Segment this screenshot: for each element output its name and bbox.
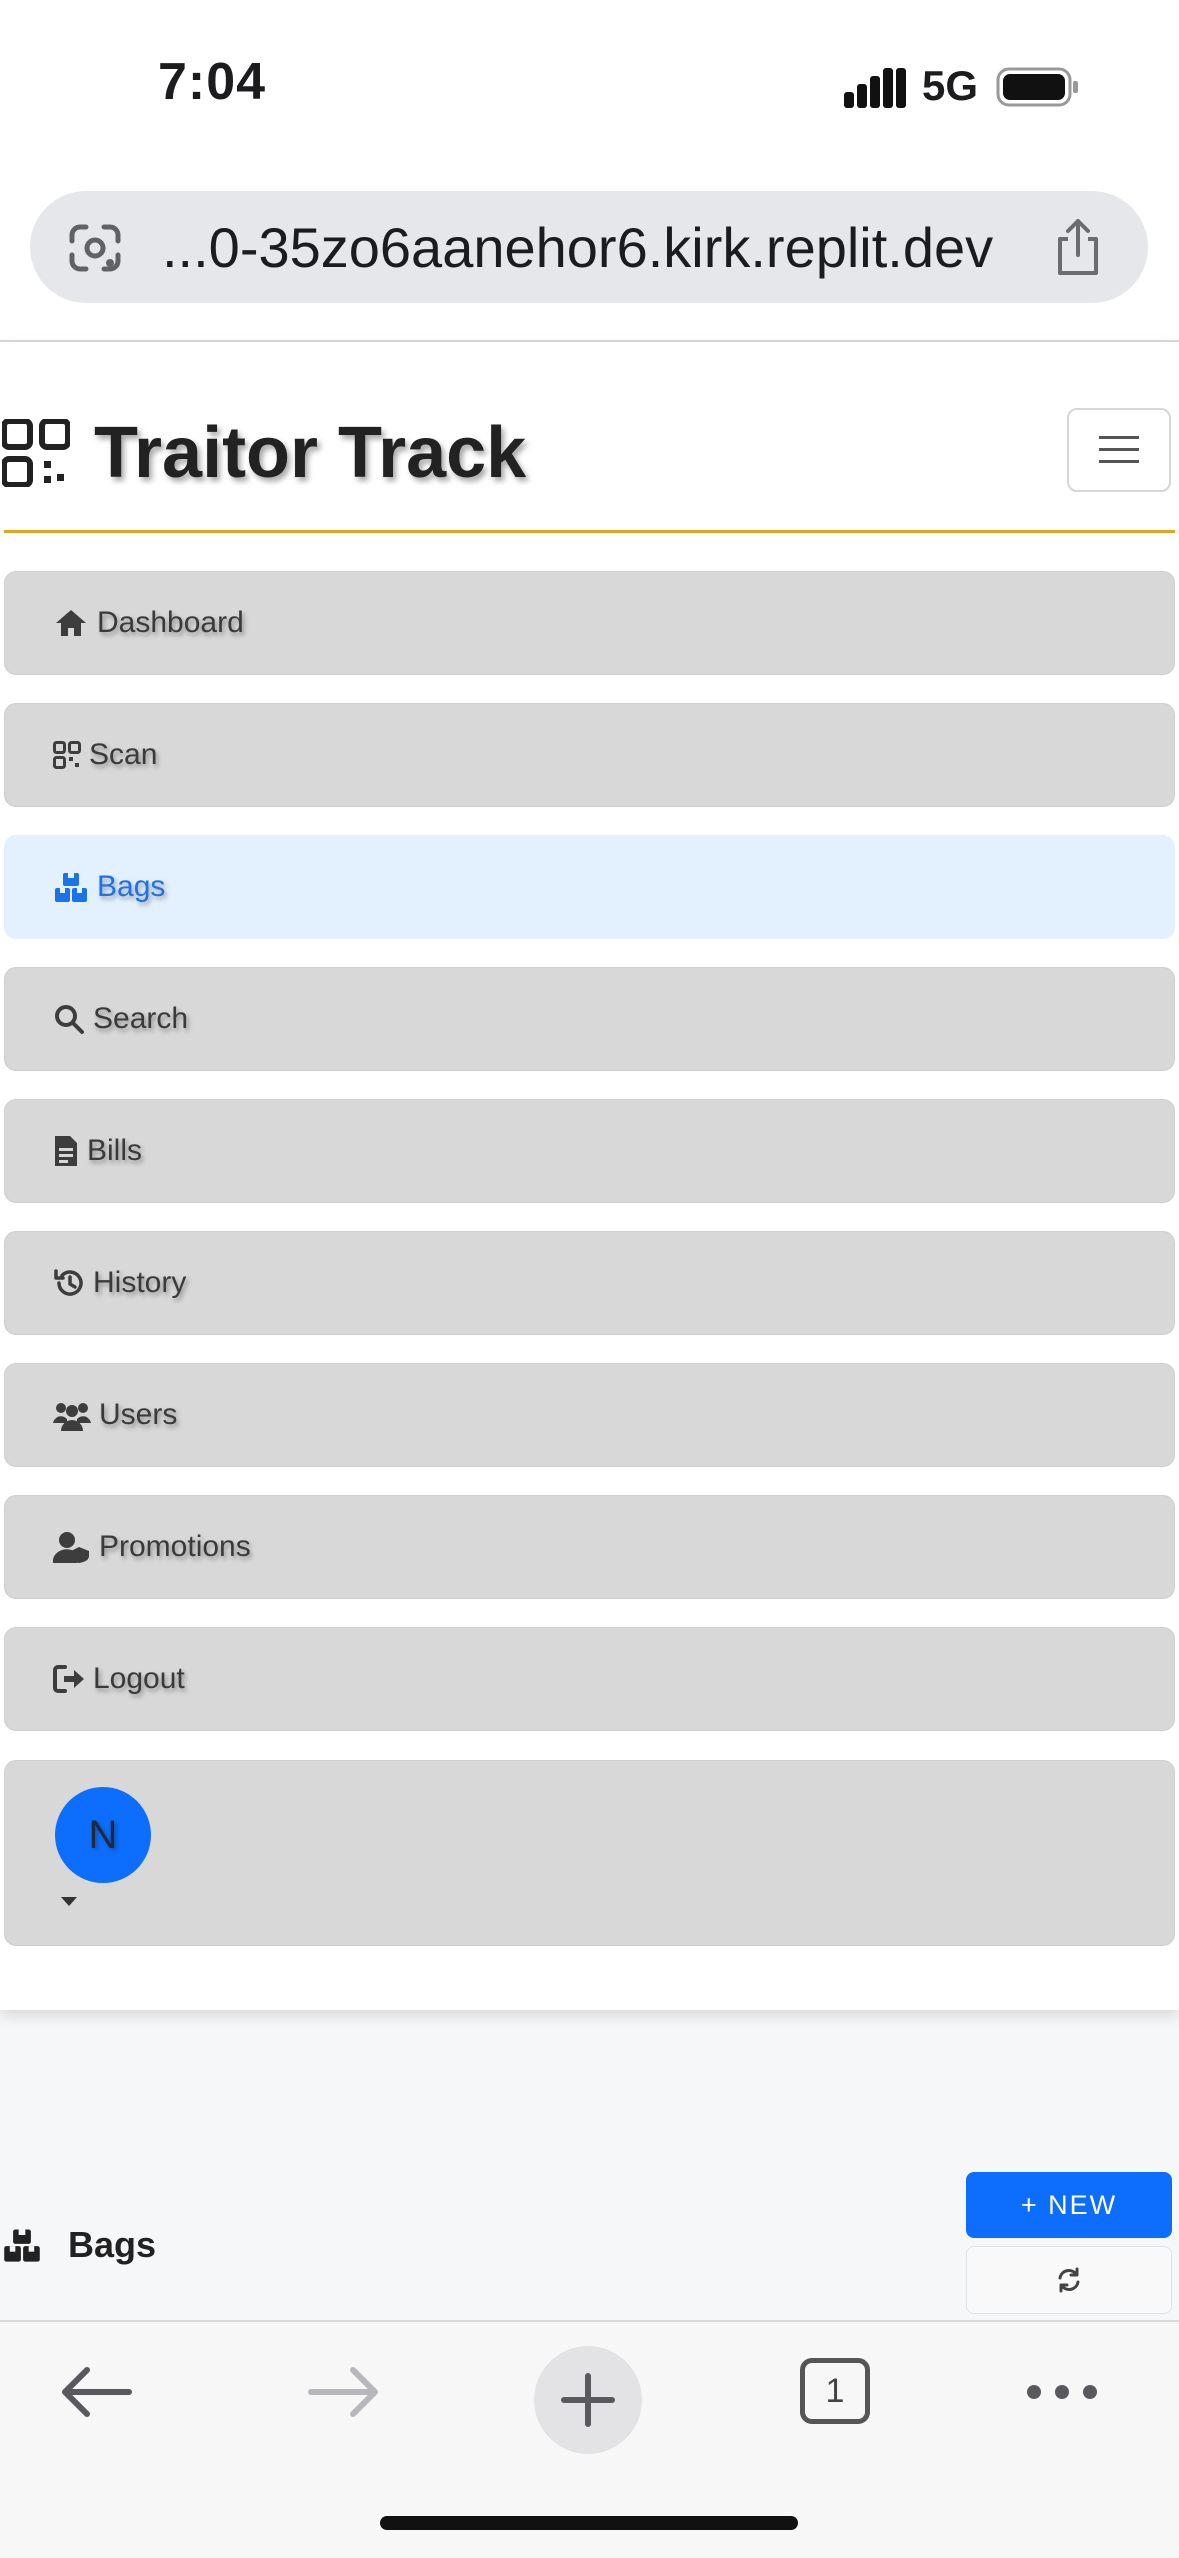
google-lens-icon[interactable] xyxy=(66,221,124,275)
forward-button[interactable] xyxy=(300,2362,388,2422)
arrow-left-icon xyxy=(62,2367,132,2417)
refresh-icon xyxy=(1058,2267,1080,2293)
nav-item-promotions[interactable]: Promotions xyxy=(4,1495,1175,1599)
search-icon xyxy=(55,1005,84,1034)
battery-icon xyxy=(996,67,1078,107)
nav-item-history[interactable]: History xyxy=(4,1231,1175,1335)
avatar[interactable]: N xyxy=(55,1787,151,1883)
nav-item-label: Bags xyxy=(97,870,166,903)
url-text[interactable]: ...0-35zo6aanehor6.kirk.replit.dev xyxy=(162,215,993,280)
more-menu-button[interactable] xyxy=(1020,2372,1104,2412)
nav-item-label: Promotions xyxy=(99,1530,251,1563)
nav-item-search[interactable]: Search xyxy=(4,967,1175,1071)
page-header: Bags xyxy=(0,2210,156,2280)
nav-item-label: History xyxy=(93,1266,187,1299)
boxes-icon xyxy=(4,2229,40,2262)
browser-address-area: ...0-35zo6aanehor6.kirk.replit.dev xyxy=(0,175,1179,342)
user-shield-icon xyxy=(53,1532,89,1563)
nav-item-logout[interactable]: Logout xyxy=(4,1627,1175,1731)
qr-code-icon xyxy=(2,419,70,487)
nav-menu-panel: Traitor Track Dashboard Scan Bags Search… xyxy=(0,342,1179,2010)
back-button[interactable] xyxy=(52,2362,140,2422)
network-label: 5G xyxy=(922,62,979,109)
address-bar[interactable]: ...0-35zo6aanehor6.kirk.replit.dev xyxy=(30,191,1148,303)
plus-icon xyxy=(561,2373,615,2427)
nav-item-dashboard[interactable]: Dashboard xyxy=(4,571,1175,675)
nav-item-scan[interactable]: Scan xyxy=(4,703,1175,807)
nav-item-bags[interactable]: Bags xyxy=(4,835,1175,939)
nav-item-label: Logout xyxy=(93,1662,185,1695)
tab-switcher-button[interactable]: 1 xyxy=(800,2358,870,2424)
file-invoice-icon xyxy=(55,1136,77,1166)
arrow-right-icon xyxy=(308,2367,378,2417)
logout-icon xyxy=(53,1665,84,1693)
boxes-icon xyxy=(55,873,87,902)
more-dots-icon xyxy=(1027,2385,1097,2399)
caret-down-icon[interactable] xyxy=(61,1897,77,1907)
brand[interactable]: Traitor Track xyxy=(0,408,526,498)
history-icon xyxy=(54,1269,83,1296)
home-indicator xyxy=(380,2516,798,2530)
users-icon xyxy=(53,1403,91,1431)
cellular-signal-icon xyxy=(844,68,906,108)
brand-title: Traitor Track xyxy=(94,413,527,493)
nav-item-users[interactable]: Users xyxy=(4,1363,1175,1467)
nav-item-label: Scan xyxy=(89,738,158,771)
status-bar: 7:04 5G xyxy=(0,0,1179,175)
page-title: Bags xyxy=(68,2224,157,2265)
qr-code-icon xyxy=(53,741,81,769)
new-bag-button[interactable]: + NEW xyxy=(966,2172,1172,2238)
hamburger-icon xyxy=(1099,436,1139,439)
menu-toggle-button[interactable] xyxy=(1067,408,1171,492)
refresh-button[interactable] xyxy=(966,2246,1172,2314)
nav-item-label: Bills xyxy=(87,1134,143,1167)
nav-item-label: Search xyxy=(93,1002,189,1035)
status-time: 7:04 xyxy=(158,53,267,111)
new-tab-button[interactable] xyxy=(534,2346,642,2454)
user-menu-dropdown[interactable]: N xyxy=(4,1760,1175,1946)
nav-item-label: Users xyxy=(99,1398,178,1431)
share-icon[interactable] xyxy=(1050,217,1106,277)
home-icon xyxy=(56,610,86,636)
nav-item-bills[interactable]: Bills xyxy=(4,1099,1175,1203)
brand-divider xyxy=(4,530,1175,533)
nav-item-label: Dashboard xyxy=(97,606,244,639)
